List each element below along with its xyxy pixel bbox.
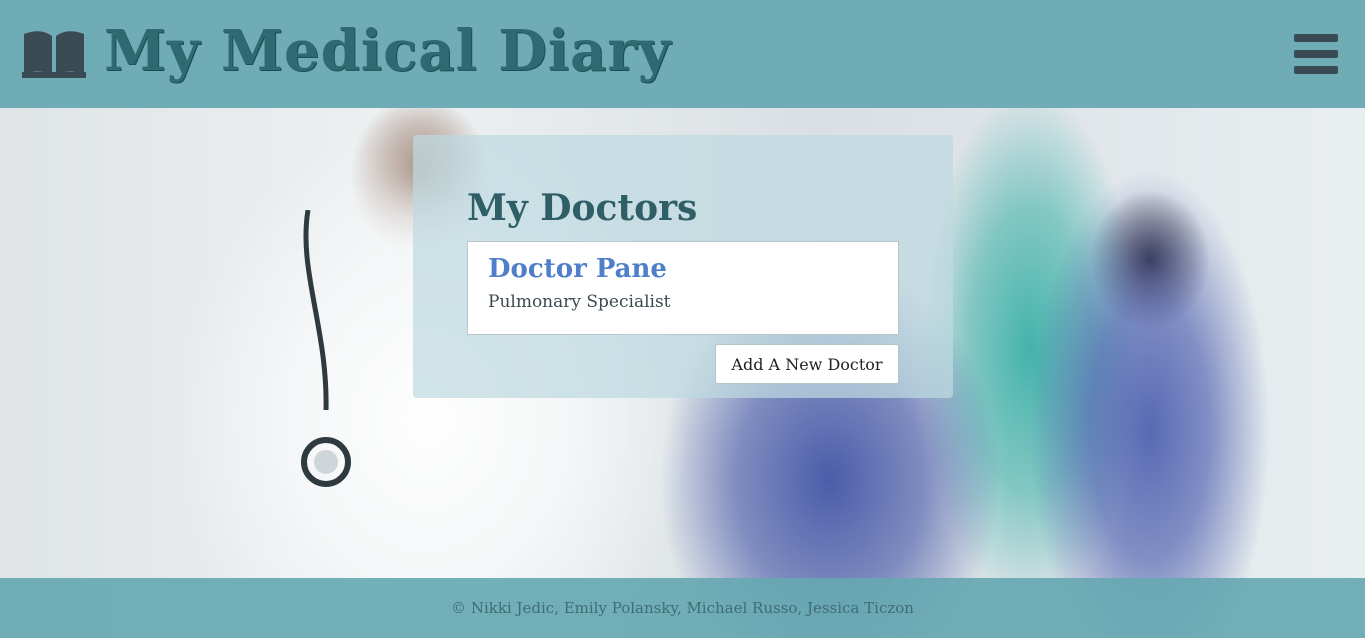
- site-header: My Medical Diary: [0, 0, 1365, 108]
- doctors-panel: My Doctors Doctor Pane Pulmonary Special…: [413, 135, 953, 398]
- page-title: My Doctors: [467, 187, 698, 229]
- add-doctor-button[interactable]: Add A New Doctor: [715, 344, 899, 384]
- doctor-specialty: Pulmonary Specialist: [488, 292, 671, 312]
- site-title[interactable]: My Medical Diary: [104, 18, 671, 84]
- doctor-name-link[interactable]: Doctor Pane: [488, 254, 667, 284]
- site-footer: © Nikki Jedic, Emily Polansky, Michael R…: [0, 578, 1365, 638]
- open-book-icon[interactable]: [22, 28, 86, 80]
- stethoscope-photo-detail: [301, 210, 351, 487]
- footer-credits: © Nikki Jedic, Emily Polansky, Michael R…: [451, 599, 914, 617]
- hamburger-menu-icon[interactable]: [1294, 34, 1338, 74]
- doctor-card[interactable]: Doctor Pane Pulmonary Specialist: [467, 241, 899, 335]
